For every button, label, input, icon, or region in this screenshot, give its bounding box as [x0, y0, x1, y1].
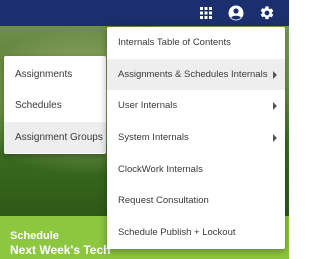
banner-title-line1: Schedule: [10, 230, 59, 242]
menu-item-assignments-schedules-internals[interactable]: Assignments & Schedules Internals: [107, 59, 285, 90]
caret-right-icon: [273, 134, 277, 142]
menu-item-label: ClockWork Internals: [118, 164, 203, 175]
menu-item-schedule-publish-lockout[interactable]: Schedule Publish + Lockout: [107, 217, 285, 248]
banner-title-line2: Next Week's Tech: [10, 243, 111, 257]
caret-right-icon: [273, 71, 277, 79]
gear-icon[interactable]: [258, 4, 276, 22]
top-app-bar: [0, 0, 289, 26]
grid-apps-icon[interactable]: [197, 4, 215, 22]
settings-menu: Internals Table of Contents Assignments …: [107, 27, 285, 249]
menu-item-label: Internals Table of Contents: [118, 37, 231, 48]
menu-item-label: System Internals: [118, 132, 189, 143]
menu-item-clockwork-internals[interactable]: ClockWork Internals: [107, 154, 285, 185]
menu-item-label: Schedule Publish + Lockout: [118, 227, 236, 238]
submenu-item-assignments[interactable]: Assignments: [4, 59, 106, 90]
submenu-item-schedules[interactable]: Schedules: [4, 90, 106, 121]
menu-item-user-internals[interactable]: User Internals: [107, 90, 285, 121]
menu-item-label: User Internals: [118, 100, 178, 111]
menu-item-system-internals[interactable]: System Internals: [107, 122, 285, 153]
caret-right-icon: [273, 102, 277, 110]
submenu-item-assignment-groups[interactable]: Assignment Groups: [4, 122, 106, 153]
menu-item-internals-toc[interactable]: Internals Table of Contents: [107, 27, 285, 58]
assignments-submenu: Assignments Schedules Assignment Groups: [4, 56, 106, 154]
menu-item-request-consultation[interactable]: Request Consultation: [107, 185, 285, 216]
menu-item-label: Assignments & Schedules Internals: [118, 69, 268, 80]
account-circle-icon[interactable]: [227, 4, 245, 22]
menu-item-label: Request Consultation: [118, 195, 209, 206]
